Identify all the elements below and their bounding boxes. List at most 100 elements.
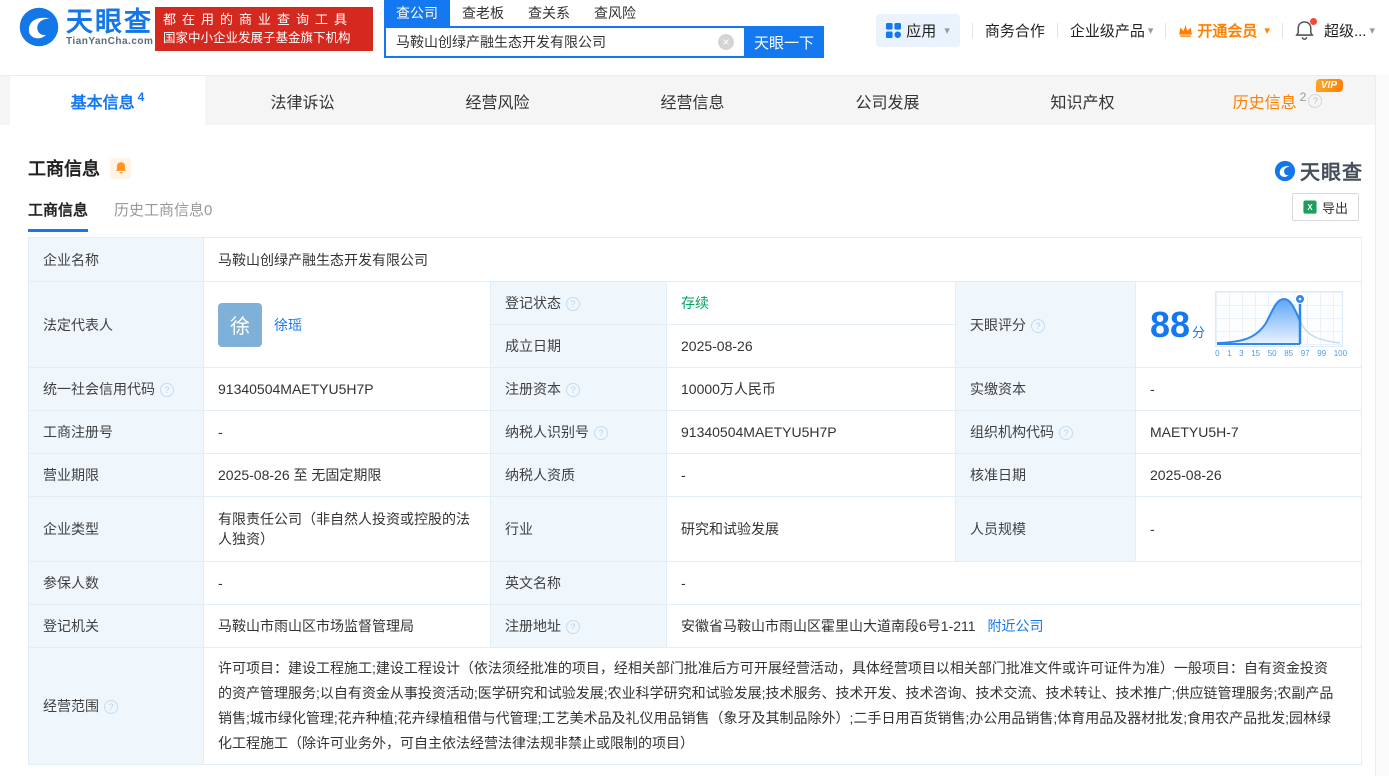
business-term-value: 2025-08-26 至 无固定期限 xyxy=(203,453,491,497)
table-row: 营业期限 2025-08-26 至 无固定期限 纳税人资质 - 核准日期 202… xyxy=(28,453,1362,497)
main-tabs: 基本信息 4 法律诉讼 经营风险 经营信息 公司发展 知识产权 VIP 历史信息… xyxy=(0,75,1375,125)
search-tab-risk[interactable]: 查风险 xyxy=(582,0,648,26)
export-label: 导出 xyxy=(1321,200,1348,216)
search-module: 查公司 查老板 查关系 查风险 × 天眼一下 xyxy=(384,0,824,58)
site-logo[interactable]: 天眼查 TianYanCha.com xyxy=(18,6,153,48)
divider xyxy=(1056,22,1058,38)
table-row: 企业名称 马鞍山创绿产融生态开发有限公司 xyxy=(28,237,1362,282)
apps-button[interactable]: 应用 ▾ xyxy=(876,13,960,47)
search-tabs: 查公司 查老板 查关系 查风险 xyxy=(384,0,824,26)
table-row: 企业类型 有限责任公司（非自然人投资或控股的法人独资） 行业 研究和试验发展 人… xyxy=(28,496,1362,562)
export-button[interactable]: X 导出 xyxy=(1291,193,1359,221)
clear-icon[interactable]: × xyxy=(718,34,734,50)
scrollbar[interactable] xyxy=(1375,75,1389,776)
tianyancha-logo-icon xyxy=(1274,160,1296,181)
paid-capital-value: - xyxy=(1135,367,1362,411)
reg-address-label: 注册地址? xyxy=(490,604,667,648)
divider xyxy=(971,22,973,38)
staff-size-label: 人员规模 xyxy=(955,496,1136,562)
tab-label: 经营风险 xyxy=(465,94,530,112)
company-name-label: 企业名称 xyxy=(28,237,204,282)
top-header: 天眼查 TianYanCha.com 都在用的商业查询工具 国家中小企业发展子基… xyxy=(0,0,1389,58)
super-vip-link[interactable]: 超级... xyxy=(1324,20,1367,41)
est-date-value: 2025-08-26 xyxy=(666,324,956,368)
divider xyxy=(1281,22,1283,38)
tab-history-info[interactable]: VIP 历史信息 2 ? xyxy=(1180,76,1375,125)
help-icon[interactable]: ? xyxy=(1308,93,1323,108)
help-icon[interactable]: ? xyxy=(566,620,580,634)
help-icon[interactable]: ? xyxy=(594,426,608,440)
tab-count: 4 xyxy=(137,89,145,104)
divider xyxy=(1165,22,1167,38)
subtab-business-info[interactable]: 工商信息 xyxy=(28,199,89,232)
monitor-bell-icon[interactable] xyxy=(110,157,131,179)
taxpayer-qual-label: 纳税人资质 xyxy=(490,453,667,497)
tab-label: 历史信息 xyxy=(1232,94,1297,112)
open-vip-link[interactable]: 开通会员 ▾ xyxy=(1178,20,1270,41)
reg-number-label: 工商注册号 xyxy=(28,410,204,454)
avatar[interactable]: 徐 xyxy=(218,302,262,347)
staff-size-value: - xyxy=(1135,496,1362,562)
content: 工商信息 天眼查 工商信息 历史工商信息0 X 导出 企业名称 马鞍山创绿产融生… xyxy=(0,125,1389,776)
approval-date-value: 2025-08-26 xyxy=(1135,453,1362,497)
reg-authority-value: 马鞍山市雨山区市场监督管理局 xyxy=(203,604,491,648)
vip-badge: VIP xyxy=(1315,79,1343,92)
enterprise-product-link[interactable]: 企业级产品 xyxy=(1070,20,1145,41)
english-name-label: 英文名称 xyxy=(490,561,667,605)
open-vip-label: 开通会员 xyxy=(1197,22,1258,40)
business-scope-value: 许可项目：建设工程施工;建设工程设计（依法须经批准的项目，经相关部门批准后方可开… xyxy=(203,647,1362,765)
reg-address-value: 安徽省马鞍山市雨山区霍里山大道南段6号1-211 附近公司 xyxy=(666,604,1362,648)
table-row: 法定代表人 徐 徐瑶 登记状态? 存续 天眼评分? 88 分 0 1 3 15 … xyxy=(28,281,1362,368)
help-icon[interactable]: ? xyxy=(566,297,580,311)
credit-code-value: 91340504MAETYU5H7P xyxy=(203,367,491,411)
subtabs: 工商信息 历史工商信息0 xyxy=(28,199,212,232)
tab-company-development[interactable]: 公司发展 xyxy=(790,76,985,125)
nearby-companies-link[interactable]: 附近公司 xyxy=(987,618,1043,634)
subtab-history-business-info[interactable]: 历史工商信息0 xyxy=(114,199,212,232)
insured-label: 参保人数 xyxy=(28,561,204,605)
insured-value: - xyxy=(203,561,491,605)
org-code-value: MAETYU5H-7 xyxy=(1135,410,1362,454)
notification-dot xyxy=(1309,17,1317,25)
tab-intellectual-property[interactable]: 知识产权 xyxy=(985,76,1180,125)
company-name-value: 马鞍山创绿产融生态开发有限公司 xyxy=(203,237,1362,282)
help-icon[interactable]: ? xyxy=(566,383,580,397)
reg-number-value: - xyxy=(203,410,491,454)
company-type-label: 企业类型 xyxy=(28,496,204,562)
help-icon[interactable]: ? xyxy=(1059,426,1073,440)
chevron-down-icon: ▾ xyxy=(944,24,950,37)
notification-bell-icon[interactable] xyxy=(1295,17,1317,41)
taxpayer-id-label: 纳税人识别号? xyxy=(490,410,667,454)
logo-subtitle: TianYanCha.com xyxy=(66,35,154,47)
crown-icon xyxy=(1179,24,1193,37)
tab-operation-risk[interactable]: 经营风险 xyxy=(400,76,595,125)
search-input[interactable] xyxy=(384,26,744,58)
section-title: 工商信息 xyxy=(28,159,100,179)
search-tab-company[interactable]: 查公司 xyxy=(384,0,450,26)
slogan-line2: 国家中小企业发展子基金旗下机构 xyxy=(163,31,351,45)
search-button[interactable]: 天眼一下 xyxy=(744,26,824,58)
tab-operation-info[interactable]: 经营信息 xyxy=(595,76,790,125)
table-row: 参保人数 - 英文名称 - xyxy=(28,561,1362,605)
score-value-cell: 88 分 0 1 3 15 50 85 97 99 100 xyxy=(1135,281,1362,368)
legal-rep-label: 法定代表人 xyxy=(28,281,204,368)
industry-label: 行业 xyxy=(490,496,667,562)
tab-basic-info[interactable]: 基本信息 4 xyxy=(10,76,205,125)
legal-rep-link[interactable]: 徐瑶 xyxy=(274,315,302,335)
tab-label: 公司发展 xyxy=(855,94,920,112)
header-nav: 应用 ▾ 商务合作 企业级产品 ▾ 开通会员 ▾ 超级... ▾ xyxy=(876,13,1375,47)
tab-legal-litigation[interactable]: 法律诉讼 xyxy=(205,76,400,125)
search-tab-relation[interactable]: 查关系 xyxy=(516,0,582,26)
business-cooperation-link[interactable]: 商务合作 xyxy=(985,20,1045,41)
score-value: 88 分 xyxy=(1150,303,1206,345)
help-icon[interactable]: ? xyxy=(1031,318,1045,333)
chevron-down-icon: ▾ xyxy=(1369,24,1375,37)
score-label: 天眼评分? xyxy=(955,281,1136,368)
search-tab-boss[interactable]: 查老板 xyxy=(450,0,516,26)
excel-icon: X xyxy=(1303,200,1317,214)
score-chart: 0 1 3 15 50 85 97 99 100 xyxy=(1215,291,1347,358)
reg-status-value: 存续 xyxy=(666,281,956,325)
help-icon[interactable]: ? xyxy=(104,700,118,714)
help-icon[interactable]: ? xyxy=(160,383,174,397)
apps-grid-icon xyxy=(886,22,902,38)
